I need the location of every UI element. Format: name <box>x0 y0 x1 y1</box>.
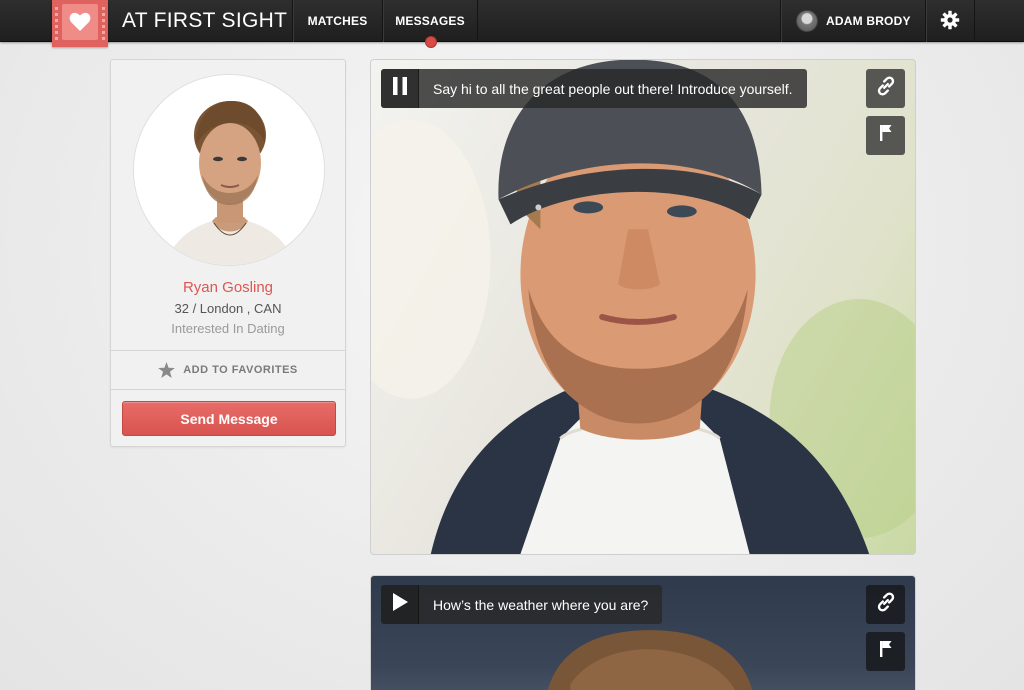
nav-matches-label: MATCHES <box>307 14 368 28</box>
nav-messages-label: MESSAGES <box>395 14 465 28</box>
video-caption-bar: Say hi to all the great people out there… <box>381 69 807 108</box>
profile-card: Ryan Gosling 32 / London , CAN Intereste… <box>110 59 346 447</box>
link-icon <box>875 75 897 102</box>
video-caption-bar: How’s the weather where you are? <box>381 585 663 624</box>
user-name: ADAM BRODY <box>826 14 911 28</box>
heart-film-icon <box>62 4 98 40</box>
flag-icon <box>879 124 893 147</box>
user-menu[interactable]: ADAM BRODY <box>780 0 925 42</box>
settings-button[interactable] <box>925 0 975 42</box>
video-caption: How’s the weather where you are? <box>433 596 649 613</box>
profile-name[interactable]: Ryan Gosling <box>111 279 345 296</box>
link-icon <box>875 591 897 618</box>
star-icon <box>158 362 176 378</box>
play-button[interactable] <box>381 585 419 624</box>
send-message-button[interactable]: Send Message <box>122 401 336 436</box>
report-button[interactable] <box>866 632 905 671</box>
gear-icon <box>940 10 960 33</box>
profile-avatar[interactable] <box>133 74 325 266</box>
app-logo[interactable] <box>52 0 108 47</box>
notification-dot <box>425 36 437 48</box>
user-avatar <box>796 10 818 32</box>
nav-matches[interactable]: MATCHES <box>292 0 382 42</box>
video-thumbnail <box>371 60 915 554</box>
profile-interest: Interested In Dating <box>171 321 285 336</box>
profile-age-location: 32 / London , CAN <box>174 301 282 316</box>
film-perforation <box>102 4 105 43</box>
play-icon <box>392 593 408 616</box>
pause-button[interactable] <box>381 69 419 108</box>
pause-icon <box>392 77 407 100</box>
add-to-favorites-button[interactable]: ADD TO FAVORITES <box>111 350 345 390</box>
app-title[interactable]: AT FIRST SIGHT <box>122 9 287 33</box>
video-caption: Say hi to all the great people out there… <box>433 80 793 97</box>
video-card[interactable]: Say hi to all the great people out there… <box>370 59 916 555</box>
share-link-button[interactable] <box>866 69 905 108</box>
video-card[interactable]: How’s the weather where you are? <box>370 575 916 690</box>
share-link-button[interactable] <box>866 585 905 624</box>
film-perforation <box>55 4 58 43</box>
top-navigation-bar: AT FIRST SIGHT MATCHES MESSAGES ADAM BRO… <box>0 0 1024 48</box>
flag-icon <box>879 640 893 663</box>
add-to-favorites-label: ADD TO FAVORITES <box>183 364 298 376</box>
report-button[interactable] <box>866 116 905 155</box>
nav-messages[interactable]: MESSAGES <box>382 0 478 48</box>
